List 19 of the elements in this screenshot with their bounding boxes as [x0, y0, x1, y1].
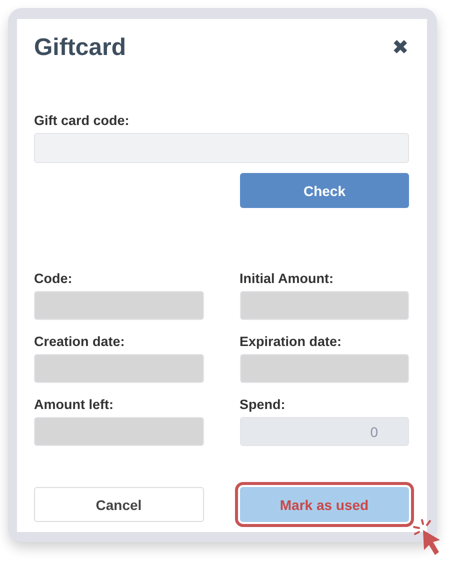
- dialog-title: Giftcard: [34, 34, 126, 62]
- field-label: Amount left:: [34, 397, 114, 413]
- input-field[interactable]: [34, 354, 204, 383]
- close-icon[interactable]: ✖: [392, 38, 409, 58]
- cancel-button[interactable]: Cancel: [34, 487, 204, 522]
- field-label: Initial Amount:: [240, 271, 334, 287]
- field-label: Code:: [34, 271, 74, 287]
- input-field[interactable]: [34, 291, 204, 320]
- field-label: Expiration date:: [240, 334, 343, 350]
- field-label: Gift card code:: [34, 113, 130, 129]
- input-field[interactable]: [34, 417, 204, 446]
- check-button[interactable]: Check: [240, 173, 409, 208]
- input-field[interactable]: 0: [240, 417, 409, 446]
- gift-card-code-field[interactable]: [34, 133, 409, 163]
- field-label: Creation date:: [34, 334, 126, 350]
- input-field[interactable]: [240, 291, 409, 320]
- mark-used-button[interactable]: Mark as used: [240, 487, 409, 522]
- field-label: Spend:: [240, 397, 286, 413]
- input-field[interactable]: [240, 354, 409, 383]
